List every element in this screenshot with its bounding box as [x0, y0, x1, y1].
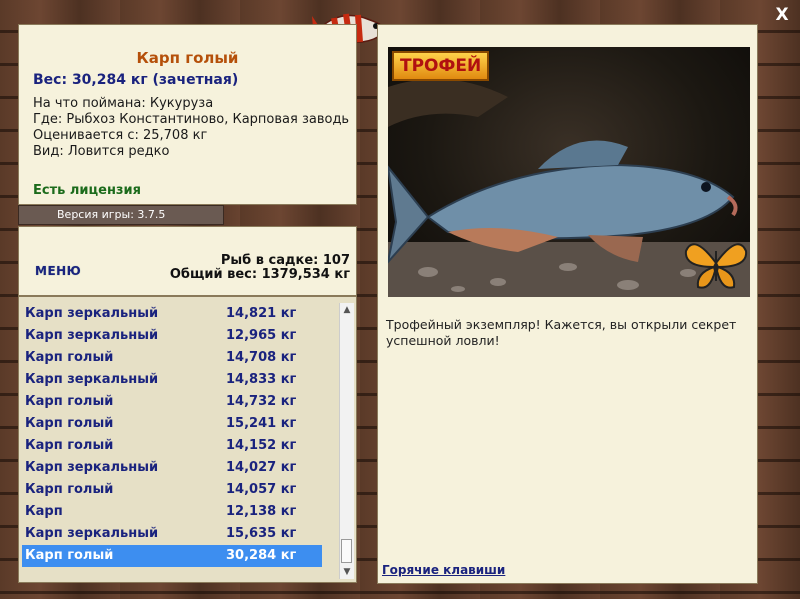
catch-row[interactable]: Карп зеркальный 12,965 кг	[22, 325, 322, 347]
catch-row-name: Карп голый	[25, 482, 114, 497]
catch-row[interactable]: Карп зеркальный 14,027 кг	[22, 457, 322, 479]
trophy-badge: ТРОФЕЙ	[392, 51, 490, 81]
fish-info-panel: Карп голый Вес: 30,284 кг (зачетная) На …	[18, 24, 357, 205]
catch-row-weight: 14,708 кг	[226, 350, 297, 365]
catch-row-name: Карп голый	[25, 416, 114, 431]
catch-row-weight: 14,027 кг	[226, 460, 297, 475]
fish-place: Где: Рыбхоз Константиново, Карповая заво…	[33, 112, 350, 127]
fish-photo: ТРОФЕЙ	[388, 47, 750, 297]
trophy-panel: ТРОФЕЙ Трофейный экземпляр! Кажется, вы …	[377, 24, 758, 584]
version-label: Версия игры: 3.7.5	[18, 205, 224, 225]
catch-row-name: Карп голый	[25, 394, 114, 409]
fish-valued: Оценивается с: 25,708 кг	[33, 128, 208, 143]
trophy-message: Трофейный экземпляр! Кажется, вы открыли…	[386, 317, 737, 348]
catch-row[interactable]: Карп голый 14,732 кг	[22, 391, 322, 413]
scroll-thumb[interactable]	[341, 539, 352, 563]
catch-row-weight: 30,284 кг	[226, 548, 297, 563]
scroll-down-icon[interactable]: ▼	[340, 565, 354, 579]
menu-button[interactable]: МЕНЮ	[35, 264, 81, 278]
fish-count: Рыб в садке: 107	[220, 253, 350, 268]
catch-row[interactable]: Карп голый 14,152 кг	[22, 435, 322, 457]
total-weight: Общий вес: 1379,534 кг	[169, 267, 350, 282]
license-status: Есть лицензия	[33, 183, 141, 198]
catch-summary-panel: МЕНЮ Рыб в садке: 107 Общий вес: 1379,53…	[18, 226, 357, 296]
butterfly-icon	[684, 243, 748, 289]
catch-row[interactable]: Карп зеркальный 14,833 кг	[22, 369, 322, 391]
catch-row[interactable]: Карп зеркальный 14,821 кг	[22, 303, 322, 325]
catch-row-name: Карп зеркальный	[25, 306, 159, 321]
catch-row[interactable]: Карп голый 14,708 кг	[22, 347, 322, 369]
close-button[interactable]: X	[773, 6, 791, 24]
catch-row[interactable]: Карп голый 30,284 кг	[22, 545, 322, 567]
catch-row[interactable]: Карп голый 14,057 кг	[22, 479, 322, 501]
catch-row[interactable]: Карп голый 15,241 кг	[22, 413, 322, 435]
catch-row-name: Карп	[25, 504, 63, 519]
catch-row[interactable]: Карп зеркальный 15,635 кг	[22, 523, 322, 545]
catch-row-weight: 14,732 кг	[226, 394, 297, 409]
catch-row-name: Карп зеркальный	[25, 328, 159, 343]
catch-list: Карп зеркальный 14,821 кг Карп зеркальный 1…	[18, 296, 357, 583]
catch-row-name: Карп голый	[25, 350, 114, 365]
catch-row-name: Карп зеркальный	[25, 526, 159, 541]
catch-row-weight: 14,152 кг	[226, 438, 297, 453]
catch-row-weight: 14,821 кг	[226, 306, 297, 321]
list-scrollbar[interactable]: ▲ ▼	[339, 303, 354, 579]
catch-row-weight: 12,138 кг	[226, 504, 297, 519]
catch-row[interactable]: Карп 12,138 кг	[22, 501, 322, 523]
catch-row-name: Карп зеркальный	[25, 372, 159, 387]
hotkeys-link[interactable]: Горячие клавиши	[382, 563, 505, 577]
catch-row-name: Карп голый	[25, 438, 114, 453]
scroll-up-icon[interactable]: ▲	[340, 303, 354, 317]
catch-row-weight: 15,241 кг	[226, 416, 297, 431]
catch-row-name: Карп голый	[25, 548, 114, 563]
catch-row-weight: 15,635 кг	[226, 526, 297, 541]
catch-row-weight: 14,057 кг	[226, 482, 297, 497]
catch-row-name: Карп зеркальный	[25, 460, 159, 475]
catch-row-weight: 12,965 кг	[226, 328, 297, 343]
fish-bait: На что поймана: Кукуруза	[33, 96, 214, 111]
fish-weight: Вес: 30,284 кг (зачетная)	[33, 72, 239, 88]
fish-species: Вид: Ловится редко	[33, 144, 170, 159]
fish-title: Карп голый	[136, 49, 239, 67]
catch-row-weight: 14,833 кг	[226, 372, 297, 387]
